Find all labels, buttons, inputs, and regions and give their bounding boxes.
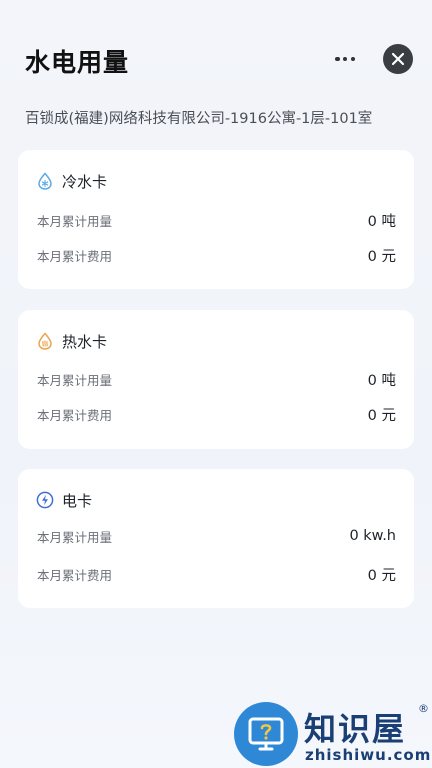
card-title: 冷水卡 (62, 172, 108, 191)
card-header: 电卡 (36, 489, 92, 511)
more-horizontal-icon (335, 56, 340, 62)
card-header: 冷水卡 (36, 170, 107, 192)
usage-row: 本月累计用量 0 吨 (37, 210, 396, 230)
room-address: 百锁成(福建)网络科技有限公司-1916公寓-1层-101室 (25, 111, 373, 127)
usage-label: 本月累计用量 (37, 372, 113, 388)
usage-row: 本月累计用量 0 吨 (37, 369, 396, 389)
cold-water-card[interactable]: 冷水卡 本月累计用量 0 吨 本月累计费用 0 元 (18, 150, 414, 289)
cost-label: 本月累计费用 (37, 248, 113, 264)
card-title: 热水卡 (62, 332, 108, 351)
usage-value: 0 吨 (367, 372, 396, 389)
cost-label: 本月累计费用 (37, 407, 113, 423)
watermark-url: zhishiwu.com (305, 746, 432, 764)
cost-row: 本月累计费用 0 元 (37, 245, 396, 265)
hot-water-card[interactable]: 热水卡 本月累计用量 0 吨 本月累计费用 0 元 (18, 310, 414, 449)
page-title: 水电用量 (25, 48, 130, 77)
cold-water-snowflake-icon (38, 172, 52, 190)
close-icon (391, 52, 405, 66)
card-header: 热水卡 (36, 330, 107, 352)
usage-label: 本月累计用量 (37, 529, 113, 545)
electricity-bolt-icon (36, 491, 54, 509)
help-monitor-logo-icon (234, 702, 298, 766)
cost-value: 0 元 (367, 407, 396, 424)
electricity-card[interactable]: 电卡 本月累计用量 0 kw.h 本月累计费用 0 元 (18, 469, 414, 608)
cost-value: 0 元 (367, 567, 396, 584)
card-title: 电卡 (62, 491, 93, 510)
watermark: 知识屋 ® zhishiwu.com (232, 698, 432, 768)
close-button[interactable] (383, 44, 413, 74)
more-button[interactable] (332, 47, 358, 71)
header: 水电用量 (0, 0, 432, 100)
registered-mark: ® (418, 702, 429, 715)
cost-value: 0 元 (367, 248, 396, 265)
cost-label: 本月累计费用 (37, 567, 113, 583)
usage-label: 本月累计用量 (37, 213, 113, 229)
cost-row: 本月累计费用 0 元 (37, 564, 396, 584)
usage-value: 0 吨 (367, 213, 396, 230)
usage-value: 0 kw.h (349, 528, 396, 544)
watermark-brand: 知识屋 (304, 710, 407, 748)
hot-water-flame-icon (38, 332, 52, 350)
usage-row: 本月累计用量 0 kw.h (37, 526, 396, 546)
cost-row: 本月累计费用 0 元 (37, 404, 396, 424)
